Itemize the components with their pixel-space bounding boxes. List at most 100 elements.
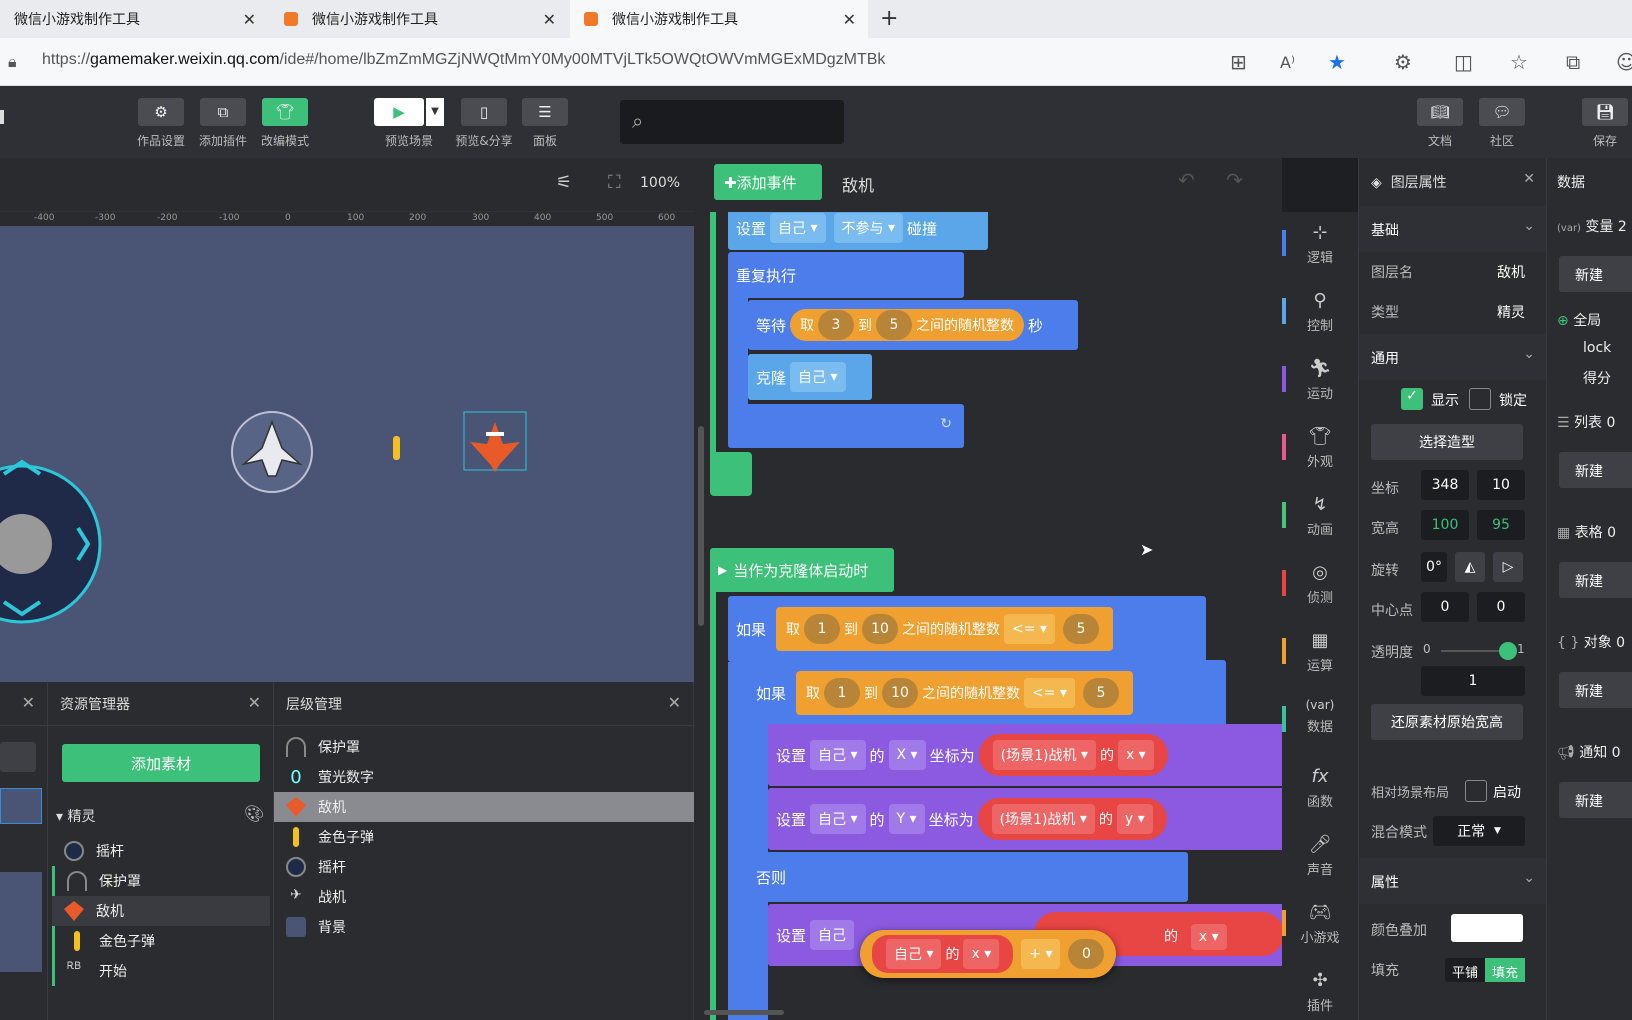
property-reporter[interactable]: 自己 ▾ 的 x ▾ (872, 935, 1014, 973)
property-dropdown[interactable]: y ▾ (1116, 804, 1153, 834)
horizontal-scrollbar[interactable] (704, 1010, 784, 1015)
variable-item[interactable]: 得分 (1583, 368, 1611, 388)
sprite-group-header[interactable]: ▾ 精灵 (56, 806, 95, 826)
list-item[interactable]: 保护罩 (52, 866, 270, 896)
add-event-button[interactable]: ✚添加事件 (714, 164, 822, 200)
self-dropdown[interactable]: 自己 ▾ (810, 804, 866, 834)
color-overlay-swatch[interactable] (1451, 914, 1523, 942)
property-dropdown[interactable]: x ▾ (963, 939, 1000, 969)
close-icon[interactable]: ✕ (668, 693, 681, 712)
random-int-reporter[interactable]: 取 3 到 5 之间的随机整数 (790, 309, 1025, 341)
fighter-sprite[interactable] (231, 411, 313, 493)
redo-icon[interactable]: ↷ (1226, 168, 1243, 192)
self-dropdown[interactable]: 自己 ▾ (770, 213, 826, 243)
collapsed-input[interactable] (0, 742, 36, 772)
list-item[interactable]: ✈ 战机 (274, 882, 694, 912)
new-list-button[interactable]: 新建 (1559, 452, 1632, 488)
category-sensing[interactable]: ◎ 侦测 (1282, 562, 1358, 606)
self-dropdown[interactable]: 自己 (810, 920, 855, 950)
joystick-sprite[interactable] (0, 459, 102, 624)
rotate-input[interactable]: 0° (1421, 552, 1447, 582)
property-dropdown[interactable]: x ▾ (1117, 740, 1154, 770)
browser-tab[interactable]: 微信小游戏制作工具 ✕ (270, 0, 568, 38)
category-sound[interactable]: 🎤︎ 声音 (1282, 834, 1358, 878)
number-input[interactable]: 3 (818, 310, 855, 340)
variable-item[interactable]: lock (1583, 340, 1611, 356)
list-item[interactable]: 0 萤光数字 (274, 762, 694, 792)
enemy-sprite-selected[interactable] (463, 411, 527, 472)
url-field[interactable]: https://gamemaker.weixin.qq.com/ide#/hom… (42, 51, 885, 69)
y-input[interactable]: 10 (1477, 470, 1525, 500)
list-item[interactable]: 金色子弹 (274, 822, 694, 852)
objects-section[interactable]: { } 对象 0 (1557, 632, 1625, 652)
section-basic[interactable]: 基础 ⌄ (1359, 206, 1547, 252)
read-aloud-icon[interactable]: A⁾ (1280, 53, 1295, 72)
palette-icon[interactable]: 🎨︎ (244, 804, 264, 823)
category-animation[interactable]: ↯ 动画 (1282, 494, 1358, 538)
operator-dropdown[interactable]: + ▾ (1021, 939, 1061, 969)
close-icon[interactable]: ✕ (22, 693, 35, 712)
flip-horizontal-icon[interactable]: ◭ (1455, 552, 1485, 582)
code-canvas[interactable]: 设置 自己 ▾ 不参与 ▾ 碰撞 重复执行 等待 取 3 到 5 之间的随机整数… (694, 212, 1282, 1020)
opacity-input[interactable]: 1 (1421, 666, 1525, 696)
profile-icon[interactable]: ☺ (1616, 50, 1632, 74)
else-block[interactable]: 否则 (748, 852, 1188, 902)
self-dropdown[interactable]: 自己 ▾ (886, 939, 942, 969)
close-icon[interactable]: ✕ (248, 693, 261, 712)
number-input[interactable]: 5 (1062, 614, 1099, 644)
game-stage[interactable] (0, 226, 694, 682)
number-input[interactable]: 5 (1082, 678, 1119, 708)
notifications-section[interactable]: 📢︎ 通知 0 (1557, 742, 1621, 762)
compare-condition[interactable]: 取 1 到 10 之间的随机整数 <= ▾ 5 (776, 607, 1113, 651)
new-object-button[interactable]: 新建 (1559, 672, 1632, 708)
search-input[interactable]: ⌕ (620, 100, 844, 144)
favorite-star-icon[interactable]: ★ (1328, 50, 1346, 74)
add-asset-button[interactable]: 添加素材 (62, 744, 260, 782)
fill-fill-option[interactable]: 填充 (1485, 958, 1525, 982)
work-settings-button[interactable]: ⚙ 作品设置 (136, 98, 186, 149)
number-input[interactable]: 5 (876, 310, 913, 340)
blend-mode-select[interactable]: 正常 ▼ (1433, 816, 1525, 846)
new-variable-button[interactable]: 新建 (1559, 256, 1632, 292)
number-input[interactable]: 1 (824, 678, 861, 708)
self-dropdown[interactable]: 自己 ▾ (810, 740, 866, 770)
list-item[interactable]: 摇杆 (52, 836, 270, 866)
compare-condition[interactable]: 取 1 到 10 之间的随机整数 <= ▾ 5 (796, 671, 1133, 715)
layer-name-value[interactable]: 敌机 (1497, 262, 1525, 282)
flip-vertical-icon[interactable]: ▷ (1493, 552, 1523, 582)
fill-mode-toggle[interactable]: 平铺 填充 (1445, 958, 1525, 982)
width-input[interactable]: 100 (1421, 510, 1469, 540)
save-button[interactable]: 💾︎ 保存 (1580, 98, 1630, 149)
set-y-block[interactable]: 设置 自己 ▾ 的 Y ▾ 坐标为 (场景1)战机 ▾ 的 y ▾ (768, 788, 1282, 850)
choose-shape-button[interactable]: 选择造型 (1371, 424, 1523, 460)
list-item-selected[interactable]: 敌机 (52, 896, 270, 926)
category-minigame[interactable]: 🎮︎ 小游戏 (1282, 902, 1358, 946)
add-plugin-button[interactable]: ⧉ 添加插件 (198, 98, 248, 149)
browser-tab-active[interactable]: 微信小游戏制作工具 ✕ (570, 0, 868, 38)
x-input[interactable]: 348 (1421, 470, 1469, 500)
panel-button[interactable]: ☰ 面板 (520, 98, 570, 149)
wait-block[interactable]: 等待 取 3 到 5 之间的随机整数 秒 (748, 300, 1078, 350)
new-table-button[interactable]: 新建 (1559, 562, 1632, 598)
participate-dropdown[interactable]: 不参与 ▾ (833, 213, 903, 243)
vertical-scrollbar[interactable] (698, 426, 704, 626)
favorites-icon[interactable]: ☆ (1510, 50, 1528, 74)
undo-icon[interactable]: ↶ (1178, 168, 1195, 192)
close-icon[interactable]: ✕ (243, 10, 256, 29)
fill-tile-option[interactable]: 平铺 (1445, 958, 1485, 982)
collections-icon[interactable]: ⧉ (1566, 50, 1580, 74)
split-screen-icon[interactable]: ◫ (1454, 50, 1473, 74)
opacity-slider-handle[interactable] (1499, 642, 1517, 660)
number-input[interactable]: 1 (804, 614, 841, 644)
clone-block[interactable]: 克隆 自己 ▾ (748, 354, 872, 400)
global-scope[interactable]: ⊕ 全局 (1557, 310, 1601, 330)
nested-if-block[interactable]: 如果 取 1 到 10 之间的随机整数 <= ▾ 5 (748, 660, 1226, 726)
browser-tab[interactable]: 微信小游戏制作工具 ✕ (0, 0, 268, 38)
category-functions[interactable]: fx 函数 (1282, 766, 1358, 810)
category-plugins[interactable]: ✣ 插件 (1282, 970, 1358, 1014)
category-control[interactable]: ⚲ 控制 (1282, 290, 1358, 334)
sprite-dropdown[interactable]: (场景1)战机 ▾ (992, 740, 1096, 770)
new-notification-button[interactable]: 新建 (1559, 782, 1632, 818)
category-looks[interactable]: 👕︎ 外观 (1282, 426, 1358, 470)
repeat-forever-block[interactable]: 重复执行 (728, 252, 964, 298)
